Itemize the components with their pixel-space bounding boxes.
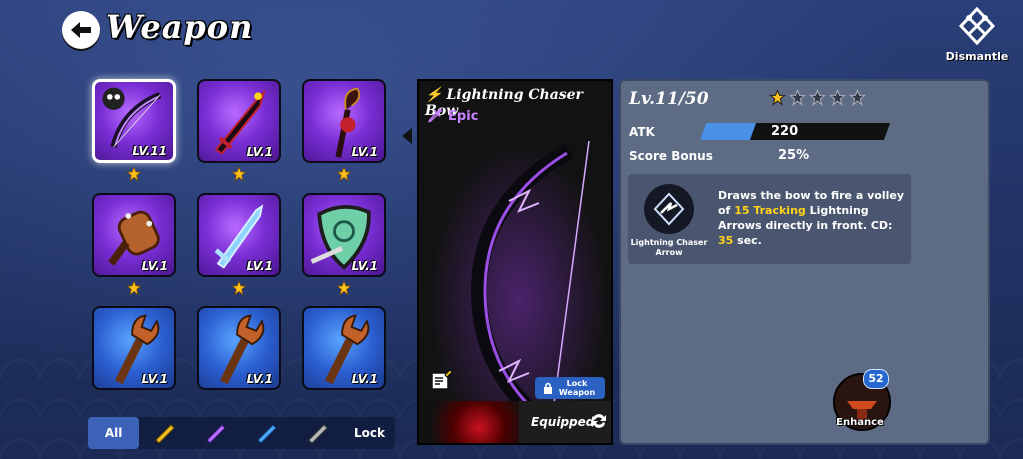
star-empty-icon bbox=[829, 89, 846, 106]
weapon-level-progress: Lv.11/50 bbox=[629, 89, 709, 109]
weapon-level: LV.1 bbox=[141, 259, 168, 273]
enhance-button[interactable]: 52 Enhance bbox=[827, 367, 893, 433]
atk-bar-fill bbox=[699, 123, 756, 140]
star-empty-icon bbox=[849, 89, 866, 106]
star-icon bbox=[126, 166, 142, 182]
skill-desc-highlight: 35 bbox=[718, 234, 734, 247]
back-button[interactable] bbox=[62, 11, 100, 49]
weapon-slot-bow[interactable]: LV.11 bbox=[92, 79, 176, 163]
weapon-level: LV.1 bbox=[246, 259, 273, 273]
skill-name: Lightning Chaser Arrow bbox=[630, 238, 708, 257]
selection-pointer bbox=[402, 128, 412, 144]
skill-desc-text: sec. bbox=[733, 234, 762, 247]
dismantle-label: Dismantle bbox=[945, 50, 1009, 63]
star-icon bbox=[231, 280, 247, 296]
star-icon bbox=[336, 166, 352, 182]
weapon-slot-sword[interactable]: LV.1 bbox=[197, 79, 281, 163]
grey-weapon-filter-icon bbox=[308, 424, 328, 443]
weapon-rarity: Epic bbox=[448, 109, 479, 124]
filter-tab-all[interactable]: All bbox=[88, 417, 140, 449]
weapon-rarity-row: 🗡 Epic bbox=[427, 109, 478, 124]
weapon-slot-wrench[interactable]: LV.1 bbox=[302, 306, 386, 390]
star-icon bbox=[126, 280, 142, 296]
weapon-slot-ice-sword[interactable]: LV.1 bbox=[197, 193, 281, 277]
weapon-level: LV.1 bbox=[246, 145, 273, 159]
weapon-level: LV.1 bbox=[351, 259, 378, 273]
dismantle-icon bbox=[958, 6, 996, 46]
weapon-slot-wrench[interactable]: LV.1 bbox=[92, 306, 176, 390]
purple-weapon-filter-icon bbox=[206, 424, 226, 443]
weapon-level: LV.1 bbox=[351, 372, 378, 386]
filter-tab-rare[interactable] bbox=[242, 417, 293, 449]
weapon-detail-card: ⚡ Lightning Chaser Bow 🗡 Epic Lock Weapon… bbox=[417, 79, 613, 445]
equipped-label: Equipped bbox=[531, 415, 595, 429]
weapon-level: LV.1 bbox=[246, 372, 273, 386]
skill-icon[interactable] bbox=[644, 184, 694, 234]
lightning-arrow-skill-icon bbox=[653, 192, 685, 226]
enhance-label: Enhance bbox=[836, 417, 884, 428]
atk-label: ATK bbox=[629, 125, 655, 139]
skill-description: Draws the bow to fire a volley of 15 Tra… bbox=[718, 188, 906, 248]
page-title: Weapon bbox=[106, 8, 254, 46]
score-bonus-value: 25% bbox=[778, 148, 810, 163]
filter-tab-common[interactable] bbox=[139, 417, 190, 449]
weapon-level: LV.11 bbox=[132, 144, 167, 158]
note-edit-icon[interactable] bbox=[429, 369, 453, 393]
blue-weapon-filter-icon bbox=[257, 424, 277, 443]
weapon-level: LV.1 bbox=[141, 372, 168, 386]
dismantle-button[interactable]: Dismantle bbox=[944, 6, 1010, 66]
atk-value: 220 bbox=[771, 124, 799, 139]
star-icon bbox=[231, 166, 247, 182]
swap-icon[interactable] bbox=[589, 411, 609, 431]
score-bonus-label: Score Bonus bbox=[629, 149, 713, 163]
filter-tab-epic[interactable] bbox=[190, 417, 241, 449]
weapon-slot-staff[interactable]: LV.1 bbox=[302, 79, 386, 163]
weapon-slot-wrench[interactable]: LV.1 bbox=[197, 306, 281, 390]
filter-tab-lock[interactable]: Lock bbox=[344, 417, 395, 449]
weapon-slot-club[interactable]: LV.1 bbox=[92, 193, 176, 277]
lightning-icon: ⚡ bbox=[425, 87, 443, 103]
enhance-count-badge: 52 bbox=[863, 369, 889, 389]
weapon-inventory-grid: LV.11 LV.1 LV.1 LV.1 LV.1 LV.1 LV.1 LV.1… bbox=[82, 70, 407, 405]
lightning-chaser-bow-art bbox=[470, 141, 590, 442]
star-filled-icon bbox=[769, 89, 786, 106]
rarity-sword-icon: 🗡 bbox=[427, 109, 444, 124]
skill-desc-highlight: 15 Tracking bbox=[734, 204, 806, 217]
weapon-level: LV.1 bbox=[351, 145, 378, 159]
star-icon bbox=[336, 280, 352, 296]
gold-weapon-filter-icon bbox=[155, 424, 175, 443]
star-empty-icon bbox=[809, 89, 826, 106]
lock-icon bbox=[544, 382, 552, 394]
weapon-slot-shield[interactable]: LV.1 bbox=[302, 193, 386, 277]
equipped-row: Equipped bbox=[419, 401, 611, 443]
skill-box: Lightning Chaser Arrow Draws the bow to … bbox=[628, 174, 911, 264]
star-rating bbox=[769, 89, 866, 106]
back-arrow-icon bbox=[71, 22, 91, 38]
hero-portrait bbox=[419, 401, 519, 443]
filter-tab-normal[interactable] bbox=[293, 417, 344, 449]
star-empty-icon bbox=[789, 89, 806, 106]
weapon-stats-panel: Lv.11/50 ATK 220 Score Bonus 25% Lightni… bbox=[619, 79, 990, 445]
lock-weapon-label: Lock Weapon bbox=[558, 379, 596, 397]
lock-weapon-button[interactable]: Lock Weapon bbox=[535, 377, 605, 399]
rarity-filter-bar: All Lock bbox=[88, 417, 395, 449]
